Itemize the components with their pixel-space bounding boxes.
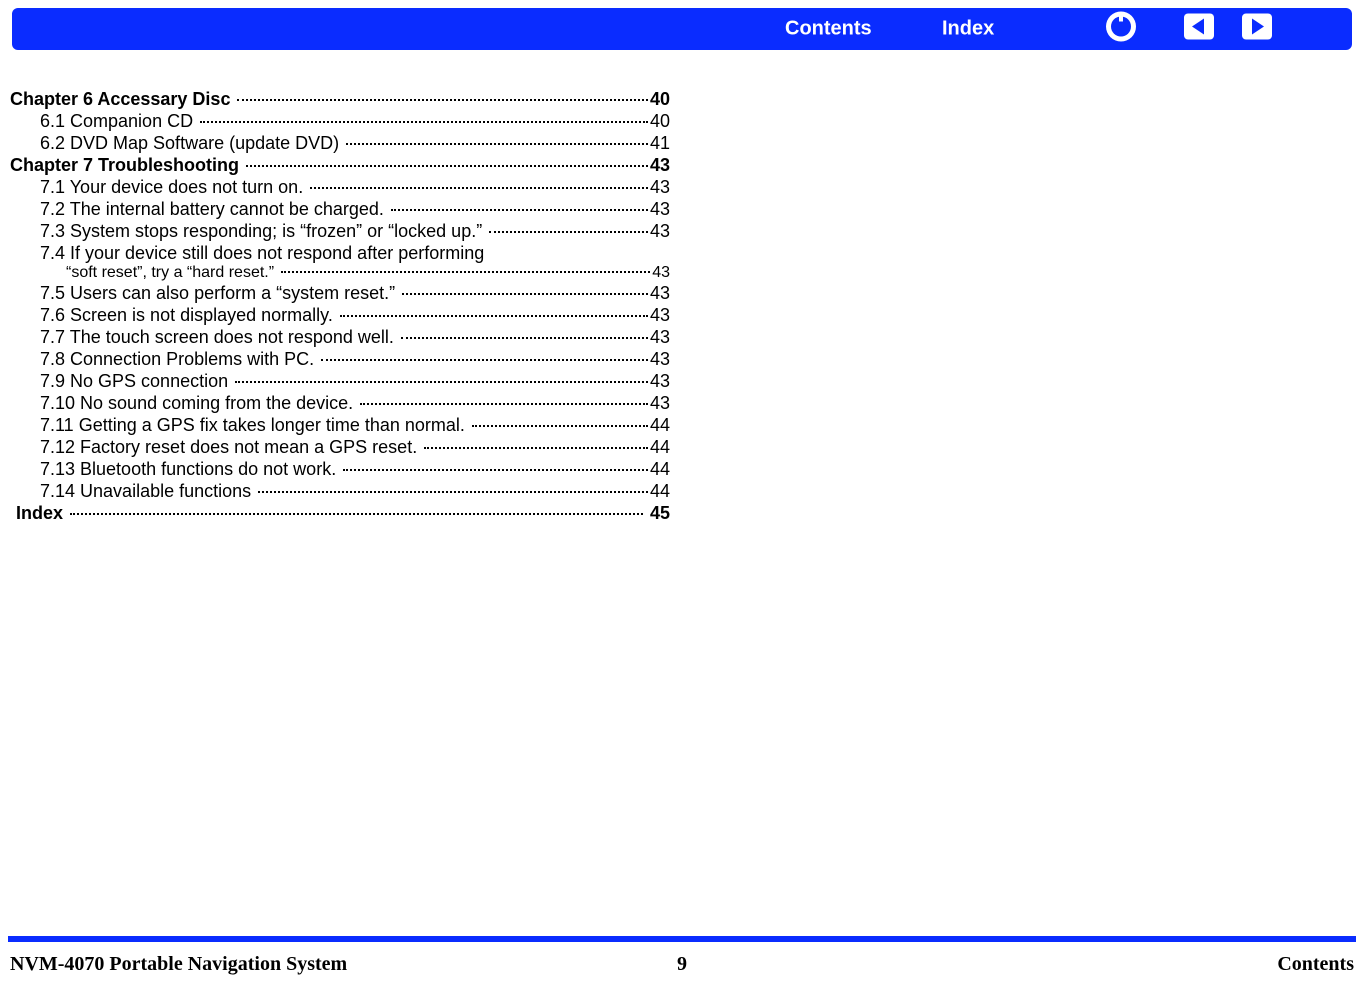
- toc-page: 43: [650, 304, 670, 326]
- footer-rule: [8, 936, 1356, 942]
- toc-page: 40: [650, 88, 670, 110]
- footer-page-number: 9: [677, 953, 687, 976]
- toc-page: 43: [650, 326, 670, 348]
- toc-7-9[interactable]: 7.9 No GPS connection 43: [10, 370, 670, 392]
- toc-text: 7.11 Getting a GPS fix takes longer time…: [40, 414, 470, 436]
- toc-page: 44: [650, 458, 670, 480]
- toc-7-12[interactable]: 7.12 Factory reset does not mean a GPS r…: [10, 436, 670, 458]
- toc-text: 7.2 The internal battery cannot be charg…: [40, 198, 389, 220]
- leader-dots: [310, 187, 648, 189]
- leader-dots: [343, 469, 648, 471]
- toc-page: 44: [650, 414, 670, 436]
- toc-text: Chapter 6 Accessary Disc: [10, 88, 235, 110]
- leader-dots: [360, 403, 648, 405]
- contents-link[interactable]: Contents: [785, 18, 872, 41]
- toc-text: 7.8 Connection Problems with PC.: [40, 348, 319, 370]
- leader-dots: [346, 143, 648, 145]
- table-of-contents: Chapter 6 Accessary Disc 40 6.1 Companio…: [0, 88, 670, 524]
- leader-dots: [391, 209, 648, 211]
- toc-text: 7.3 System stops responding; is “frozen”…: [40, 220, 487, 242]
- toc-page: 43: [650, 348, 670, 370]
- toc-7-4-line2[interactable]: “soft reset”, try a “hard reset.” 43: [10, 264, 670, 282]
- toc-text: 7.7 The touch screen does not respond we…: [40, 326, 399, 348]
- toc-page: 45: [645, 502, 670, 524]
- toc-7-14[interactable]: 7.14 Unavailable functions 44: [10, 480, 670, 502]
- toc-text: 6.1 Companion CD: [40, 110, 198, 132]
- toc-page: 40: [650, 110, 670, 132]
- toc-text: 6.2 DVD Map Software (update DVD): [40, 132, 344, 154]
- toc-7-8[interactable]: 7.8 Connection Problems with PC. 43: [10, 348, 670, 370]
- toc-page: 43: [650, 392, 670, 414]
- home-circle-icon[interactable]: [1104, 10, 1138, 49]
- leader-dots: [281, 271, 651, 273]
- leader-dots: [424, 447, 648, 449]
- leader-dots: [237, 99, 648, 101]
- leader-dots: [70, 513, 643, 515]
- leader-dots: [235, 381, 648, 383]
- leader-dots: [489, 231, 648, 233]
- toc-page: 43: [650, 176, 670, 198]
- leader-dots: [246, 165, 648, 167]
- toc-index[interactable]: Index 45: [10, 502, 670, 524]
- next-page-icon[interactable]: [1240, 10, 1274, 49]
- index-link[interactable]: Index: [942, 18, 994, 41]
- toc-6-1[interactable]: 6.1 Companion CD 40: [10, 110, 670, 132]
- toc-page: 43: [650, 220, 670, 242]
- toc-text: 7.1 Your device does not turn on.: [40, 176, 308, 198]
- footer-title: NVM-4070 Portable Navigation System: [10, 953, 347, 976]
- toc-page: 43: [650, 154, 670, 176]
- toc-text: 7.14 Unavailable functions: [40, 480, 256, 502]
- toc-page: 43: [650, 370, 670, 392]
- leader-dots: [402, 293, 648, 295]
- toc-text: Index: [16, 502, 68, 524]
- leader-dots: [258, 491, 648, 493]
- toc-7-1[interactable]: 7.1 Your device does not turn on. 43: [10, 176, 670, 198]
- toc-text: “soft reset”, try a “hard reset.”: [66, 264, 279, 282]
- toc-text: 7.10 No sound coming from the device.: [40, 392, 358, 414]
- toc-6-2[interactable]: 6.2 DVD Map Software (update DVD) 41: [10, 132, 670, 154]
- toc-text: 7.12 Factory reset does not mean a GPS r…: [40, 436, 422, 458]
- leader-dots: [321, 359, 648, 361]
- toc-text: Chapter 7 Troubleshooting: [10, 154, 244, 176]
- toc-7-2[interactable]: 7.2 The internal battery cannot be charg…: [10, 198, 670, 220]
- prev-page-icon[interactable]: [1182, 10, 1216, 49]
- toc-7-5[interactable]: 7.5 Users can also perform a “system res…: [10, 282, 670, 304]
- toc-page: 43: [650, 282, 670, 304]
- leader-dots: [200, 121, 648, 123]
- toc-7-13[interactable]: 7.13 Bluetooth functions do not work. 44: [10, 458, 670, 480]
- toc-7-7[interactable]: 7.7 The touch screen does not respond we…: [10, 326, 670, 348]
- toc-7-3[interactable]: 7.3 System stops responding; is “frozen”…: [10, 220, 670, 242]
- page-footer: NVM-4070 Portable Navigation System 9 Co…: [0, 953, 1364, 976]
- toc-page: 43: [652, 264, 670, 282]
- toc-7-10[interactable]: 7.10 No sound coming from the device. 43: [10, 392, 670, 414]
- toc-text: 7.9 No GPS connection: [40, 370, 233, 392]
- leader-dots: [340, 315, 648, 317]
- leader-dots: [401, 337, 648, 339]
- toc-text: 7.6 Screen is not displayed normally.: [40, 304, 338, 326]
- toc-page: 44: [650, 480, 670, 502]
- toc-page: 44: [650, 436, 670, 458]
- toc-chapter-7[interactable]: Chapter 7 Troubleshooting 43: [10, 154, 670, 176]
- toc-7-4-line1[interactable]: 7.4 If your device still does not respon…: [10, 242, 670, 264]
- toc-chapter-6[interactable]: Chapter 6 Accessary Disc 40: [10, 88, 670, 110]
- toc-text: 7.5 Users can also perform a “system res…: [40, 282, 400, 304]
- top-nav-bar: Contents Index: [12, 8, 1352, 50]
- footer-section: Contents: [1277, 953, 1354, 976]
- toc-page: 43: [650, 198, 670, 220]
- leader-dots: [472, 425, 648, 427]
- toc-7-11[interactable]: 7.11 Getting a GPS fix takes longer time…: [10, 414, 670, 436]
- toc-text: 7.4 If your device still does not respon…: [40, 242, 484, 264]
- toc-page: 41: [650, 132, 670, 154]
- toc-7-6[interactable]: 7.6 Screen is not displayed normally. 43: [10, 304, 670, 326]
- toc-text: 7.13 Bluetooth functions do not work.: [40, 458, 341, 480]
